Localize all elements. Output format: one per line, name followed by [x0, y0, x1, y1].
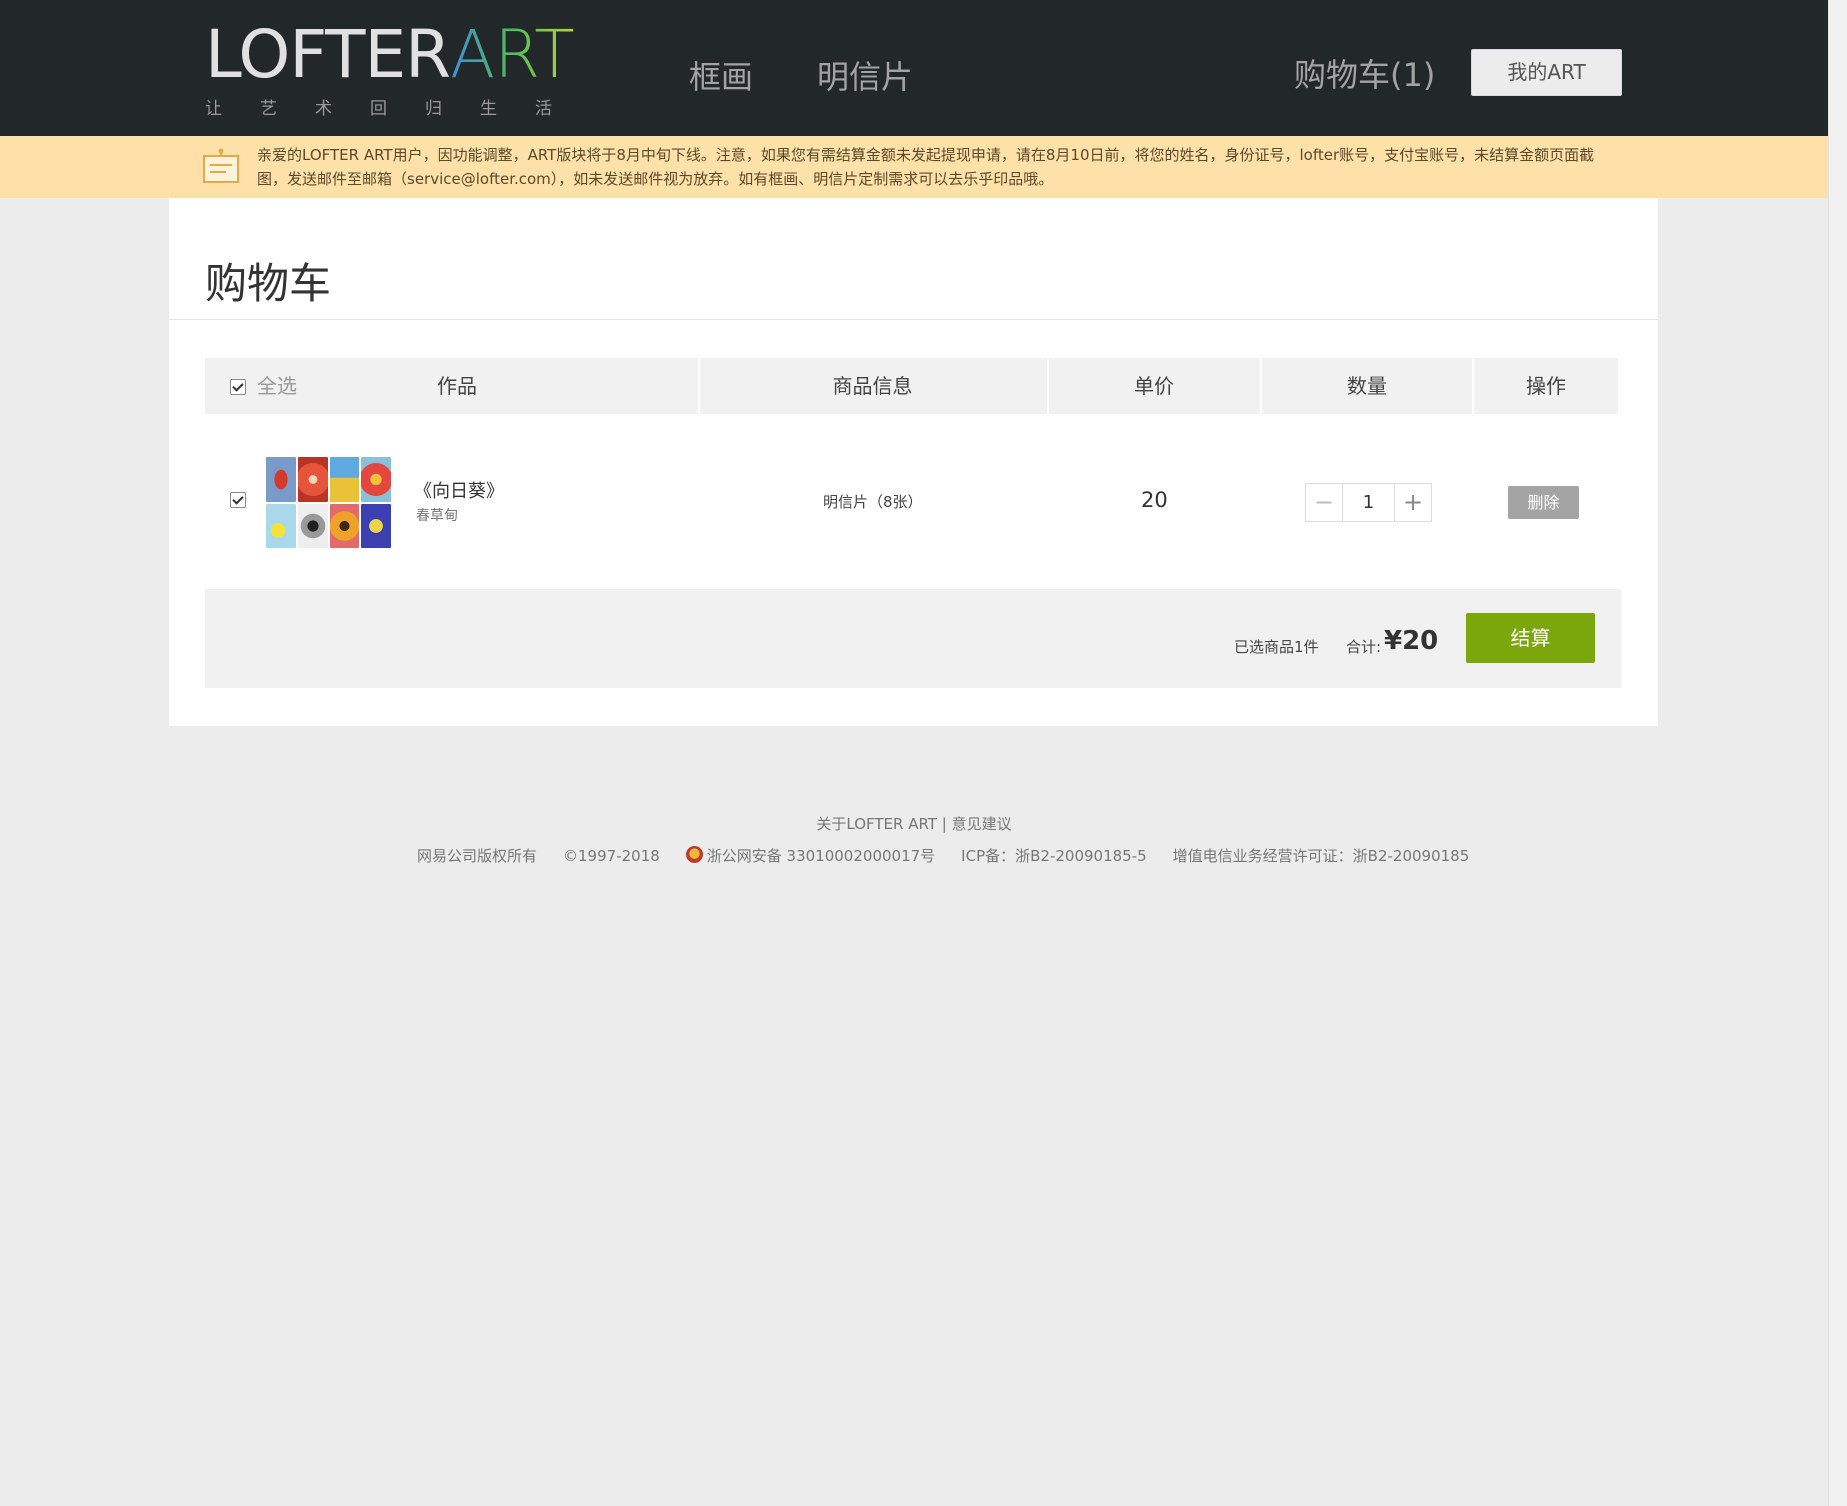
- vertical-scrollbar[interactable]: [1828, 0, 1847, 1506]
- lofter-art-logo[interactable]: LOFTERART 让艺术回归生活: [205, 22, 590, 120]
- top-navbar: LOFTERART 让艺术回归生活 框画 明信片 购物车(1) 我的ART: [0, 0, 1828, 136]
- thumb-tile: [266, 503, 296, 548]
- plus-icon: +: [1402, 488, 1424, 516]
- nav-framed-art[interactable]: 框画: [689, 52, 753, 98]
- decrease-quantity-button[interactable]: −: [1306, 484, 1343, 521]
- col-actions: 操作: [1526, 374, 1566, 398]
- checkout-button[interactable]: 结算: [1466, 613, 1595, 663]
- product-thumbnail[interactable]: [266, 457, 391, 548]
- selected-count: 已选商品1件: [1234, 638, 1319, 656]
- nav-postcards[interactable]: 明信片: [817, 52, 913, 98]
- copyright-years: ©1997-2018: [563, 847, 660, 865]
- col-product-info: 商品信息: [832, 374, 913, 398]
- police-record-text: 浙公网安备 33010002000017号: [706, 847, 936, 865]
- select-all-checkbox[interactable]: [230, 379, 246, 395]
- footer-separator: |: [941, 815, 947, 833]
- thumb-tile: [329, 457, 360, 502]
- title-divider: [169, 319, 1658, 320]
- icp-record[interactable]: ICP备：浙B2-20090185-5: [961, 847, 1147, 865]
- thumb-tile: [361, 457, 391, 502]
- increase-quantity-button[interactable]: +: [1394, 484, 1431, 521]
- logo-slogan: 让艺术回归生活: [205, 99, 590, 119]
- thumb-tile: [361, 503, 391, 548]
- page-title: 购物车: [205, 259, 332, 308]
- col-quantity: 数量: [1347, 374, 1387, 398]
- feedback-link[interactable]: 意见建议: [952, 815, 1012, 833]
- telecom-license: 增值电信业务经营许可证：浙B2-20090185: [1172, 847, 1470, 865]
- thumb-tile: [297, 457, 328, 502]
- thumb-tile: [266, 457, 296, 502]
- my-art-button[interactable]: 我的ART: [1471, 49, 1622, 96]
- footer-copyright: 网易公司版权所有 ©1997-2018 浙公网安备 33010002000017号 I…: [417, 845, 1495, 866]
- product-title[interactable]: 《向日葵》: [414, 477, 504, 503]
- thumb-tile: [329, 503, 360, 548]
- notice-text: 亲爱的LOFTER ART用户，因功能调整，ART版块将于8月中旬下线。注意，如…: [257, 146, 1595, 188]
- police-badge-icon: [685, 846, 703, 863]
- logo-wordmark: LOFTERART: [205, 22, 590, 88]
- quantity-stepper: − 1 +: [1305, 483, 1432, 522]
- col-artwork: 作品: [437, 374, 477, 398]
- cart-table-header: 全选 作品 商品信息 单价 数量 操作: [205, 358, 1618, 414]
- footer-links: 关于LOFTER ART | 意见建议: [0, 813, 1828, 834]
- delete-button[interactable]: 删除: [1508, 486, 1579, 519]
- copyright-text: 网易公司版权所有: [417, 847, 538, 865]
- total-label: 合计:: [1346, 638, 1382, 656]
- minus-icon: −: [1313, 488, 1335, 516]
- police-record[interactable]: 浙公网安备 33010002000017号: [685, 846, 936, 865]
- unit-price: 20: [1141, 488, 1168, 512]
- about-link[interactable]: 关于LOFTER ART: [816, 815, 937, 833]
- product-author[interactable]: 春草甸: [416, 505, 458, 525]
- cart-link[interactable]: 购物车(1): [1294, 50, 1435, 96]
- quantity-input[interactable]: 1: [1343, 484, 1394, 521]
- notice-board-icon: [203, 148, 239, 183]
- select-all-label[interactable]: 全选: [257, 358, 297, 414]
- product-info: 明信片（8张）: [823, 493, 923, 511]
- logo-lofter-text: LOFTER: [205, 16, 451, 93]
- logo-art-text: ART: [450, 16, 575, 93]
- total-amount: ¥20: [1384, 626, 1439, 656]
- item-checkbox[interactable]: [230, 492, 246, 508]
- col-unit-price: 单价: [1134, 374, 1174, 398]
- thumb-tile: [297, 503, 328, 548]
